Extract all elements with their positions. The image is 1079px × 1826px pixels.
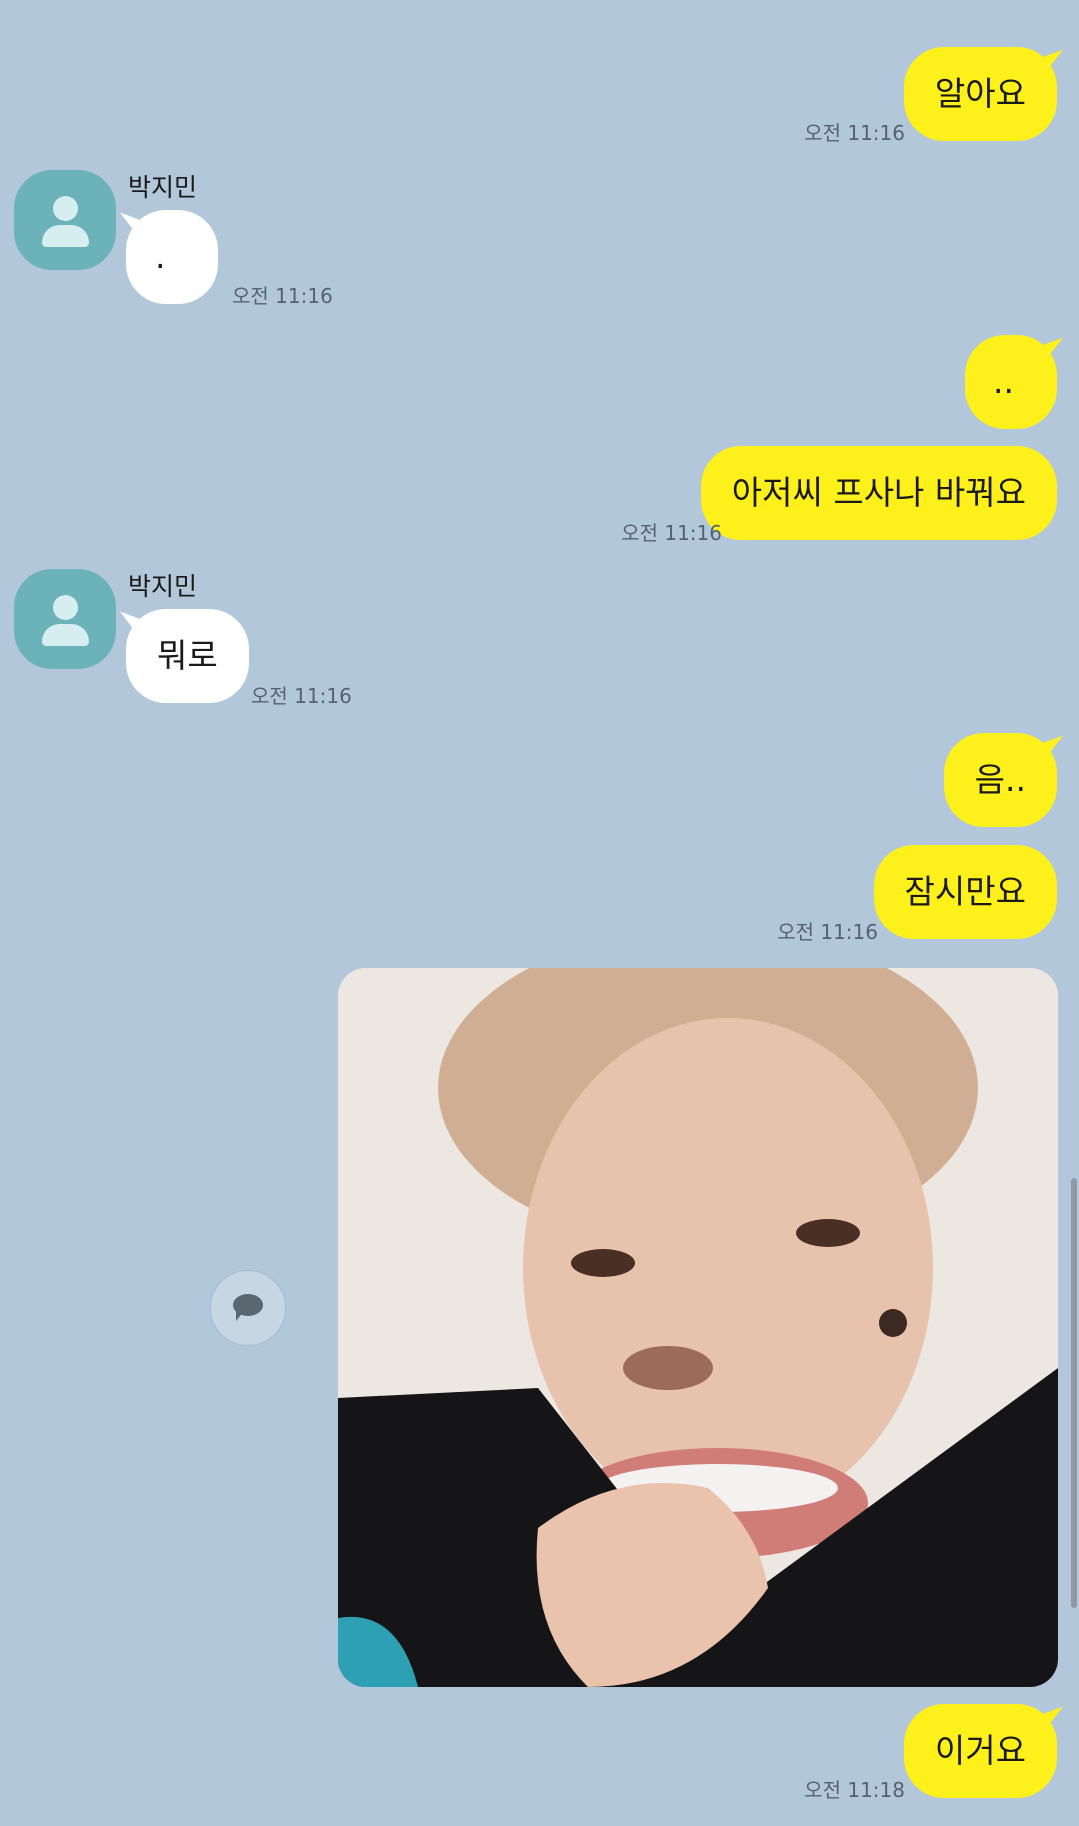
scrollbar[interactable] bbox=[1071, 1178, 1077, 1608]
my-message-bubble[interactable]: 아저씨 프사나 바꿔요 bbox=[700, 446, 1057, 540]
message-timestamp: 오전 11:16 bbox=[777, 920, 878, 944]
my-message-bubble[interactable]: 이거요 bbox=[903, 1704, 1057, 1798]
sender-avatar[interactable] bbox=[14, 569, 116, 669]
my-message-bubble[interactable]: 잠시만요 bbox=[873, 845, 1057, 939]
message-timestamp: 오전 11:18 bbox=[804, 1778, 905, 1802]
comment-button[interactable] bbox=[210, 1270, 286, 1346]
my-message-bubble[interactable]: .. bbox=[965, 335, 1057, 429]
their-message-bubble[interactable]: . bbox=[126, 210, 218, 304]
photo-message[interactable] bbox=[338, 968, 1058, 1687]
message-timestamp: 오전 11:16 bbox=[251, 684, 352, 708]
message-timestamp: 오전 11:16 bbox=[804, 121, 905, 145]
my-message-bubble[interactable]: 알아요 bbox=[903, 47, 1057, 141]
sender-name: 박지민 bbox=[128, 173, 198, 202]
my-message-bubble[interactable]: 음.. bbox=[943, 733, 1057, 827]
sender-name: 박지민 bbox=[128, 572, 198, 601]
sender-avatar[interactable] bbox=[14, 170, 116, 270]
photo-image bbox=[338, 968, 1058, 1687]
message-timestamp: 오전 11:16 bbox=[232, 284, 333, 308]
their-message-bubble[interactable]: 뭐로 bbox=[126, 609, 249, 703]
message-timestamp: 오전 11:16 bbox=[621, 521, 722, 545]
